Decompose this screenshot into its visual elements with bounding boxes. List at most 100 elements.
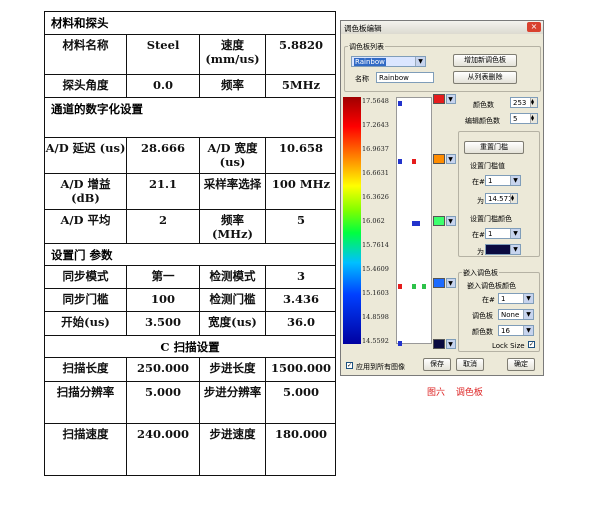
param-label: 步进长度 bbox=[200, 358, 266, 381]
color-swatch-green[interactable] bbox=[433, 216, 445, 226]
swatch-dropdown[interactable]: ▼ bbox=[446, 94, 456, 104]
embed-palette-select[interactable]: None ▼ bbox=[498, 309, 534, 320]
table-row: A/D 增益 (dB) 21.1 采样率选择 100 MHz bbox=[45, 174, 335, 210]
window-title: 调色板编辑 bbox=[344, 24, 382, 33]
param-label: 频率 bbox=[200, 75, 266, 97]
color-marker-column[interactable] bbox=[396, 97, 432, 346]
embed-colors-select[interactable]: 16 ▼ bbox=[498, 325, 534, 336]
marker[interactable] bbox=[412, 159, 416, 164]
tick-label: 17.2643 bbox=[362, 121, 389, 129]
tick-label: 17.5648 bbox=[362, 97, 389, 105]
tick-label: 16.3626 bbox=[362, 193, 389, 201]
apply-all-checkbox[interactable]: ✓ bbox=[346, 362, 353, 369]
embed-index-select[interactable]: 1 ▼ bbox=[498, 293, 534, 304]
param-label: 扫描分辨率 bbox=[45, 382, 127, 423]
color-count-label: 颜色数 bbox=[473, 101, 494, 109]
chevron-down-icon: ▼ bbox=[510, 176, 520, 185]
param-value: 100 bbox=[127, 289, 200, 311]
color-count-input[interactable]: 253 bbox=[510, 97, 538, 108]
close-button[interactable]: × bbox=[527, 22, 541, 32]
param-value: 21.1 bbox=[127, 174, 200, 209]
palette-select[interactable]: Rainbow ▼ bbox=[351, 56, 426, 67]
table-row: 开始(us) 3.500 宽度(us) 36.0 bbox=[45, 312, 335, 336]
section-title: 材料和探头 bbox=[51, 16, 109, 30]
param-value: 3.436 bbox=[282, 292, 319, 306]
palette-label: 调色板 bbox=[472, 312, 493, 320]
table-row: 扫描速度 240.000 步进速度 180.000 bbox=[45, 424, 335, 475]
param-label: 材料名称 bbox=[45, 35, 127, 74]
param-label: 同步门槛 bbox=[45, 289, 127, 311]
marker[interactable] bbox=[412, 284, 416, 289]
chevron-down-icon: ▼ bbox=[510, 245, 520, 254]
tick-label: 15.7614 bbox=[362, 241, 389, 249]
name-input[interactable]: Rainbow bbox=[376, 72, 434, 83]
tick-label: 15.1603 bbox=[362, 289, 389, 297]
gate-color-index-select[interactable]: 1 ▼ bbox=[485, 228, 521, 239]
palette-select-value: Rainbow bbox=[354, 58, 386, 66]
param-label: 检测模式 bbox=[200, 266, 266, 288]
param-label: 速度 (mm/us) bbox=[200, 35, 266, 74]
param-label: A/D 延迟 (us) bbox=[45, 138, 127, 173]
param-label: A/D 平均 bbox=[45, 210, 127, 243]
color-swatch-orange[interactable] bbox=[433, 154, 445, 164]
embed-palette-value: None bbox=[501, 311, 520, 319]
palette-list-group bbox=[344, 46, 541, 92]
swatch-dropdown[interactable]: ▼ bbox=[446, 216, 456, 226]
param-label: 检测门槛 bbox=[200, 289, 266, 311]
chevron-down-icon: ▼ bbox=[447, 95, 455, 103]
swatch-dropdown[interactable]: ▼ bbox=[446, 278, 456, 288]
param-label: 频率 (MHz) bbox=[200, 210, 266, 243]
param-value: 3 bbox=[296, 269, 305, 283]
palette-list-label: 调色板列表 bbox=[348, 42, 385, 52]
param-value: Steel bbox=[127, 35, 200, 74]
param-value: 5 bbox=[296, 213, 305, 227]
colors-label: 颜色数 bbox=[472, 328, 493, 336]
cancel-button[interactable]: 取消 bbox=[456, 358, 484, 371]
tick-label: 16.062 bbox=[362, 217, 385, 225]
color-gradient-bar[interactable] bbox=[343, 97, 361, 344]
spinner[interactable] bbox=[530, 98, 537, 107]
table-row: 同步门槛 100 检测门槛 3.436 bbox=[45, 289, 335, 312]
reset-gate-button[interactable]: 重置门槛 bbox=[464, 141, 524, 154]
marker[interactable] bbox=[398, 101, 402, 106]
chevron-down-icon: ▼ bbox=[447, 155, 455, 163]
marker[interactable] bbox=[422, 284, 426, 289]
title-bar[interactable]: 调色板编辑 × bbox=[341, 21, 543, 34]
tick-label: 16.9637 bbox=[362, 145, 389, 153]
tick-label: 14.5592 bbox=[362, 337, 389, 345]
name-label: 名称 bbox=[355, 75, 369, 83]
parameter-table: 材料和探头 材料名称 Steel 速度 (mm/us) 5.8820 探头角度 … bbox=[44, 11, 336, 476]
marker[interactable] bbox=[398, 341, 402, 346]
color-swatch-navy[interactable] bbox=[433, 339, 445, 349]
spinner[interactable] bbox=[530, 114, 537, 123]
tick-label: 16.6631 bbox=[362, 169, 389, 177]
delete-from-list-button[interactable]: 从列表删除 bbox=[453, 71, 517, 84]
color-swatch-blue[interactable] bbox=[433, 278, 445, 288]
color-swatch-red[interactable] bbox=[433, 94, 445, 104]
edit-color-input[interactable]: 5 bbox=[510, 113, 538, 124]
save-button[interactable]: 保存 bbox=[423, 358, 451, 371]
marker[interactable] bbox=[412, 221, 420, 226]
gate-color-select[interactable]: ▼ bbox=[485, 244, 521, 255]
tick-label: 15.4609 bbox=[362, 265, 389, 273]
marker[interactable] bbox=[398, 284, 402, 289]
lock-size-checkbox[interactable]: ✓ bbox=[528, 341, 535, 348]
param-label: 同步模式 bbox=[45, 266, 127, 288]
marker[interactable] bbox=[398, 159, 402, 164]
ok-button[interactable]: 确定 bbox=[507, 358, 535, 371]
table-row: 探头角度 0.0 频率 5MHz bbox=[45, 75, 335, 98]
embed-color-label: 嵌入调色板颜色 bbox=[467, 282, 516, 290]
tick-label: 14.8598 bbox=[362, 313, 389, 321]
spinner[interactable] bbox=[510, 194, 517, 203]
swatch-dropdown[interactable]: ▼ bbox=[446, 339, 456, 349]
embed-index-value: 1 bbox=[501, 295, 506, 303]
add-palette-button[interactable]: 增加新调色板 bbox=[453, 54, 517, 67]
swatch-dropdown[interactable]: ▼ bbox=[446, 154, 456, 164]
gate-index-select[interactable]: 1 ▼ bbox=[485, 175, 521, 186]
gate-value-input[interactable]: 14.571 bbox=[485, 193, 518, 204]
param-value: 250.000 bbox=[127, 358, 200, 381]
section-material: 材料和探头 bbox=[45, 12, 335, 35]
section-title: 通道的数字化设置 bbox=[51, 102, 143, 116]
set-gate-color-label: 设置门槛颜色 bbox=[470, 215, 512, 223]
at-label: 在# bbox=[482, 296, 495, 304]
